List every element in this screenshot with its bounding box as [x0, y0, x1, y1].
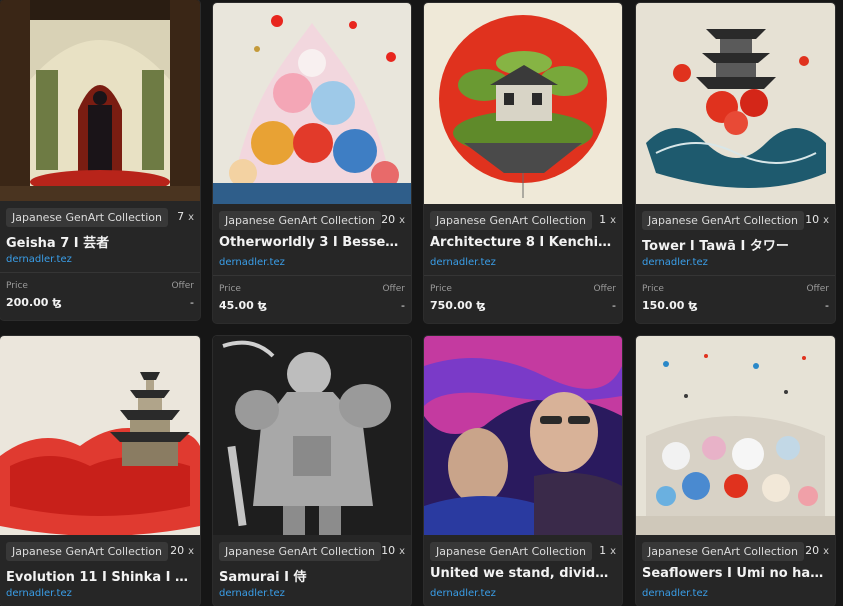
- price-label: Price: [642, 284, 664, 294]
- price-label: Price: [219, 284, 241, 294]
- offer-label: Offer: [593, 284, 616, 294]
- price-label: Price: [6, 281, 28, 291]
- edition-count: 1x: [599, 544, 616, 557]
- offer-value: -: [190, 296, 194, 309]
- divider: [424, 275, 622, 276]
- artist-link[interactable]: dernadler.tez: [6, 254, 72, 265]
- artwork-title[interactable]: Otherworldly 3 I Bessekai n...: [219, 235, 403, 250]
- artwork-thumbnail[interactable]: [213, 336, 411, 535]
- edition-count: 20 x: [381, 213, 405, 226]
- nft-card[interactable]: Japanese GenArt Collection 7x Geisha 7 I…: [0, 0, 200, 320]
- divider: [636, 275, 835, 276]
- artwork-thumbnail[interactable]: [636, 336, 835, 535]
- edition-count: 1x: [599, 213, 616, 226]
- collection-tag[interactable]: Japanese GenArt Collection: [219, 542, 381, 561]
- artist-link[interactable]: dernadler.tez: [430, 257, 496, 268]
- price-value: 45.00 ꜩ: [219, 299, 268, 312]
- divider: [213, 275, 411, 276]
- divider: [0, 272, 200, 273]
- offer-value: -: [612, 299, 616, 312]
- collection-tag[interactable]: Japanese GenArt Collection: [6, 542, 168, 561]
- artwork-title[interactable]: Samurai I 侍: [219, 566, 403, 585]
- artwork-thumbnail[interactable]: [0, 336, 200, 535]
- artwork-thumbnail[interactable]: [213, 3, 411, 204]
- artist-link[interactable]: dernadler.tez: [430, 588, 496, 599]
- artist-link[interactable]: dernadler.tez: [219, 588, 285, 599]
- collection-tag[interactable]: Japanese GenArt Collection: [219, 211, 381, 230]
- artist-link[interactable]: dernadler.tez: [6, 588, 72, 599]
- artwork-title[interactable]: Evolution 11 I Shinka I 進化: [6, 566, 192, 585]
- edition-count: 10 x: [381, 544, 405, 557]
- edition-count: 20 x: [805, 544, 829, 557]
- offer-label: Offer: [171, 281, 194, 291]
- artist-link[interactable]: dernadler.tez: [219, 257, 285, 268]
- offer-value: -: [401, 299, 405, 312]
- offer-label: Offer: [382, 284, 405, 294]
- collection-tag[interactable]: Japanese GenArt Collection: [642, 211, 804, 230]
- edition-count: 7x: [177, 210, 194, 223]
- collection-tag[interactable]: Japanese GenArt Collection: [430, 542, 592, 561]
- nft-card[interactable]: Japanese GenArt Collection 10 x Tower I T…: [636, 3, 835, 323]
- artwork-title[interactable]: Geisha 7 I 芸者: [6, 232, 192, 251]
- artwork-thumbnail[interactable]: [0, 0, 200, 201]
- edition-count: 20 x: [170, 544, 194, 557]
- artwork-title[interactable]: United we stand, divided w...: [430, 566, 614, 581]
- artwork-title[interactable]: Seaflowers I Umi no hana I ...: [642, 566, 827, 581]
- collection-tag[interactable]: Japanese GenArt Collection: [430, 211, 592, 230]
- edition-count: 10 x: [805, 213, 829, 226]
- nft-card[interactable]: Japanese GenArt Collection 10 x Samurai I…: [213, 336, 411, 606]
- nft-card[interactable]: Japanese GenArt Collection 20 x Evolution…: [0, 336, 200, 606]
- price-value: 150.00 ꜩ: [642, 299, 698, 312]
- artwork-title[interactable]: Tower I Tawā I タワー: [642, 235, 827, 254]
- artwork-title[interactable]: Architecture 8 I Kenchiku I ...: [430, 235, 614, 250]
- artist-link[interactable]: dernadler.tez: [642, 588, 708, 599]
- nft-card[interactable]: Japanese GenArt Collection 20 x Seaflower…: [636, 336, 835, 606]
- artwork-thumbnail[interactable]: [424, 336, 622, 535]
- nft-card[interactable]: Japanese GenArt Collection 1x Architectu…: [424, 3, 622, 323]
- offer-value: -: [825, 299, 829, 312]
- price-label: Price: [430, 284, 452, 294]
- price-value: 750.00 ꜩ: [430, 299, 486, 312]
- offer-label: Offer: [806, 284, 829, 294]
- collection-tag[interactable]: Japanese GenArt Collection: [642, 542, 804, 561]
- nft-card[interactable]: Japanese GenArt Collection 1x United we …: [424, 336, 622, 606]
- artist-link[interactable]: dernadler.tez: [642, 257, 708, 268]
- artwork-thumbnail[interactable]: [636, 3, 835, 204]
- nft-card[interactable]: Japanese GenArt Collection 20 x Otherworl…: [213, 3, 411, 323]
- price-value: 200.00 ꜩ: [6, 296, 62, 309]
- collection-tag[interactable]: Japanese GenArt Collection: [6, 208, 168, 227]
- artwork-thumbnail[interactable]: [424, 3, 622, 204]
